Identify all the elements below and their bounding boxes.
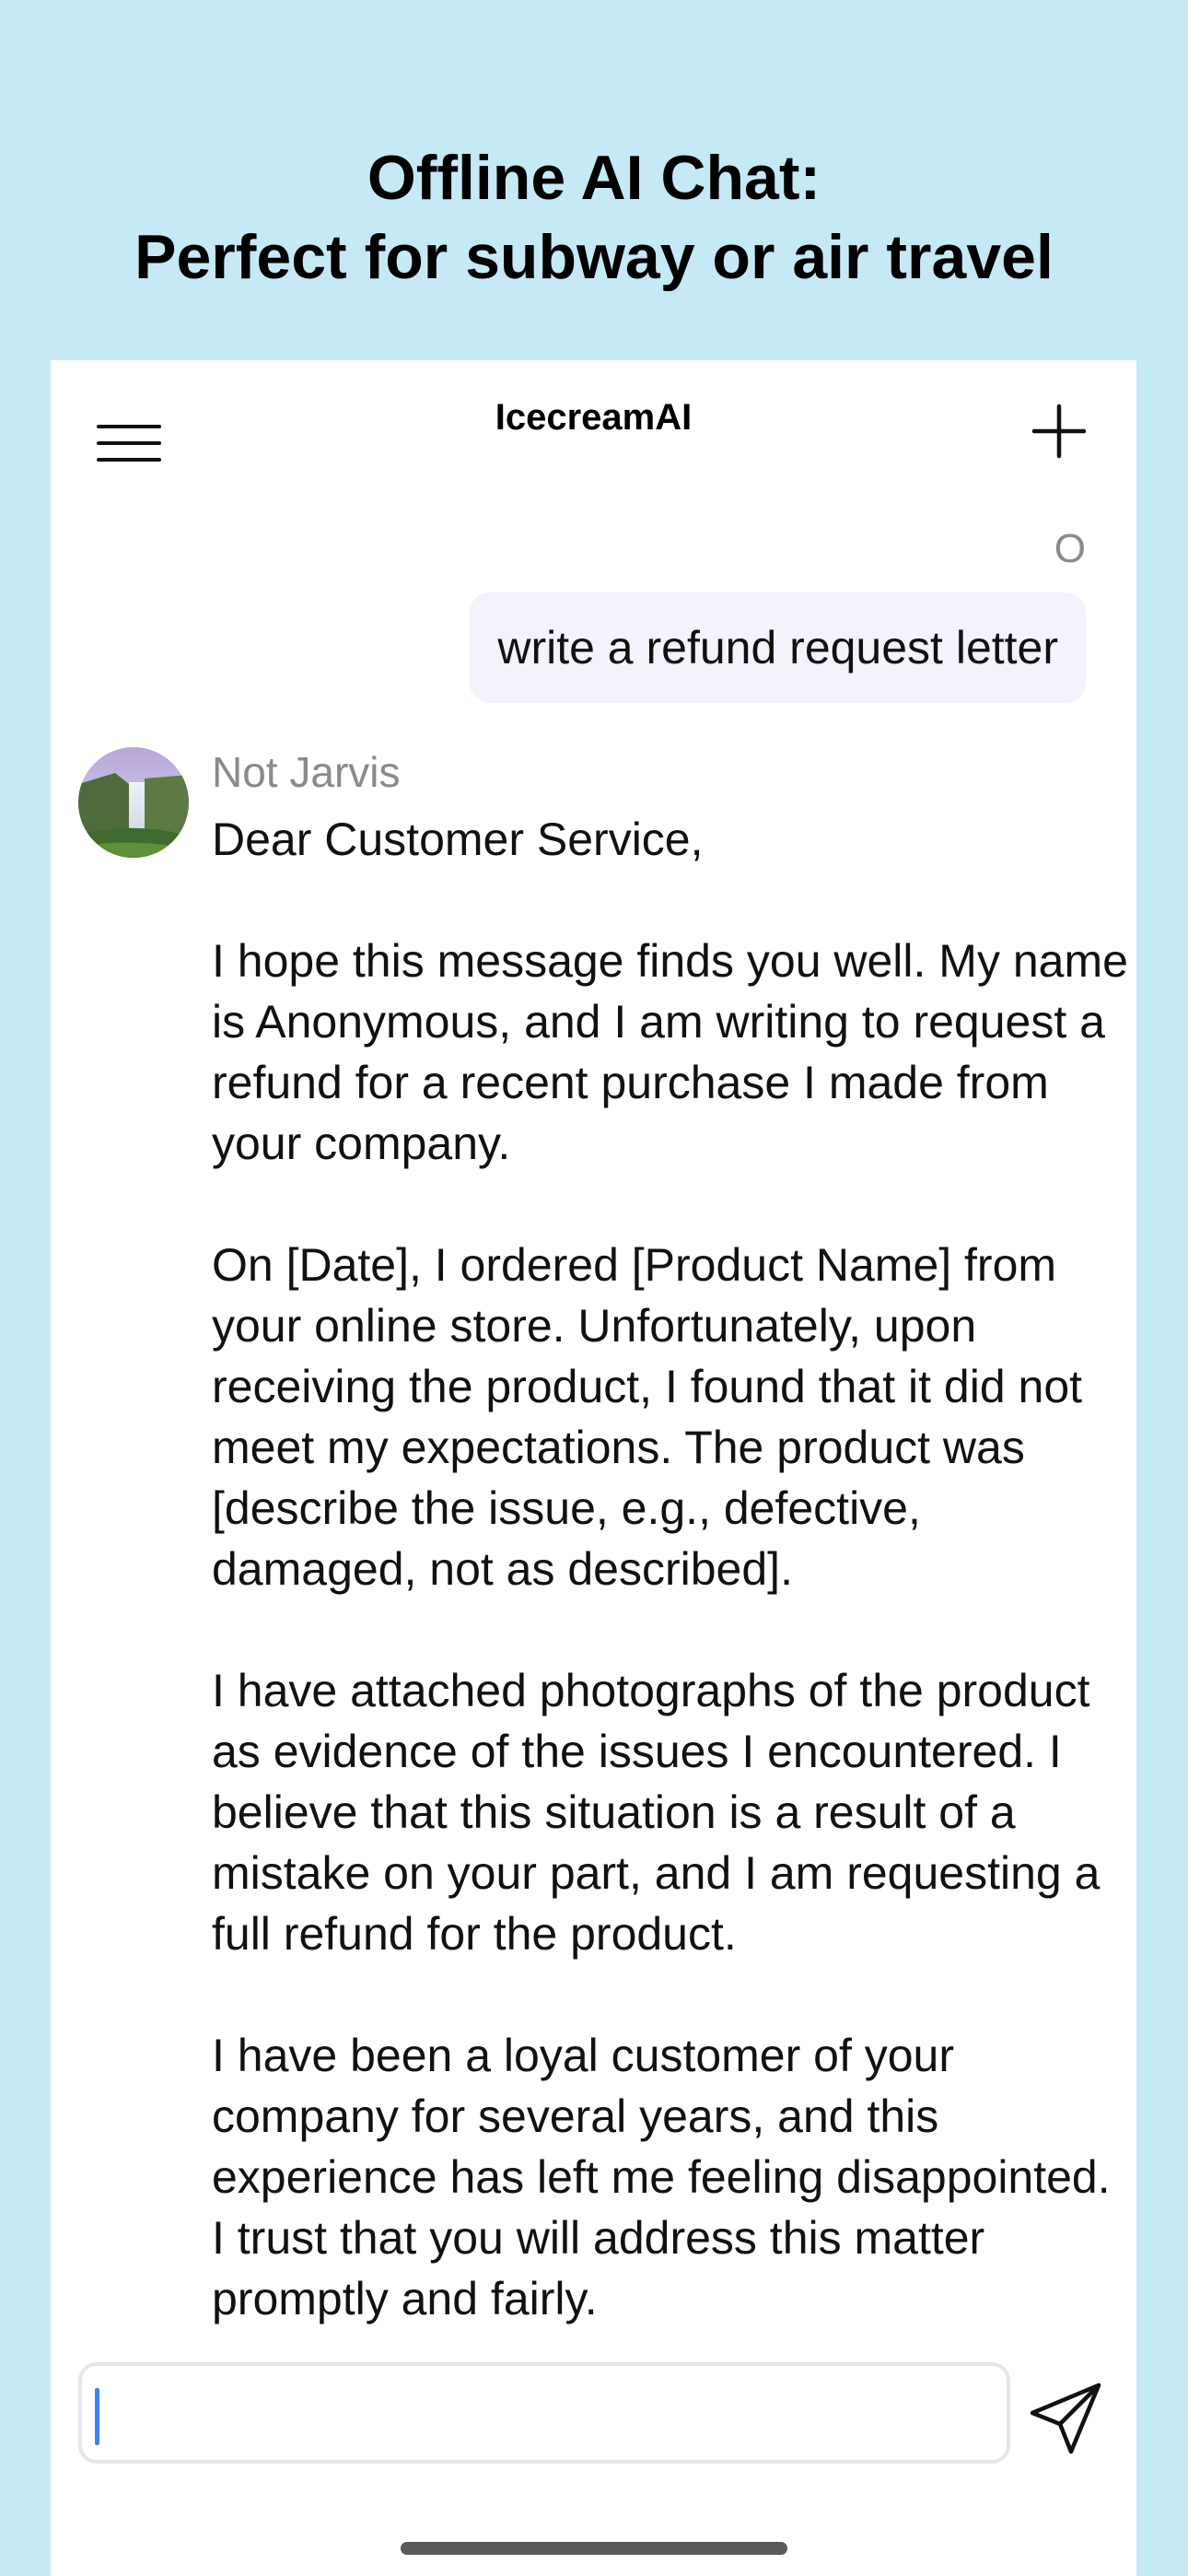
bot-avatar	[78, 747, 189, 858]
app-screen: IcecreamAI O write a refund request lett…	[51, 360, 1136, 2576]
send-button[interactable]	[1027, 2378, 1105, 2456]
message-input[interactable]	[82, 2366, 1007, 2460]
bot-message-paragraph: I have been a loyal customer of your com…	[212, 2030, 1111, 2324]
app-header: IcecreamAI	[51, 360, 1136, 498]
plus-icon	[1031, 404, 1087, 459]
bot-name: Not Jarvis	[212, 748, 401, 796]
bot-message-paragraph: Dear Customer Service,	[212, 814, 704, 865]
new-chat-button[interactable]	[1027, 399, 1091, 463]
waterfall-landscape-avatar	[78, 747, 189, 858]
menu-button[interactable]	[97, 411, 161, 475]
promo-title-line1: Offline AI Chat:	[367, 143, 821, 213]
bot-message-paragraph: I have attached photographs of the produ…	[212, 1665, 1101, 1960]
message-composer	[78, 2362, 1010, 2464]
home-indicator	[401, 2542, 787, 2555]
user-name: O	[1054, 526, 1086, 571]
user-message-bubble: write a refund request letter	[470, 592, 1086, 703]
bot-message-paragraph: I hope this message finds you well. My n…	[212, 935, 1128, 1169]
bot-message-paragraph: On [Date], I ordered [Product Name] from…	[212, 1239, 1083, 1595]
text-caret	[95, 2388, 99, 2445]
app-title: IcecreamAI	[495, 397, 693, 438]
hamburger-menu-icon	[97, 425, 161, 462]
bot-message: Dear Customer Service, I hope this messa…	[212, 809, 1133, 2390]
promo-title: Offline AI Chat: Perfect for subway or a…	[0, 138, 1188, 297]
promo-title-line2: Perfect for subway or air travel	[134, 222, 1054, 292]
paper-plane-send-icon	[1030, 2383, 1101, 2454]
